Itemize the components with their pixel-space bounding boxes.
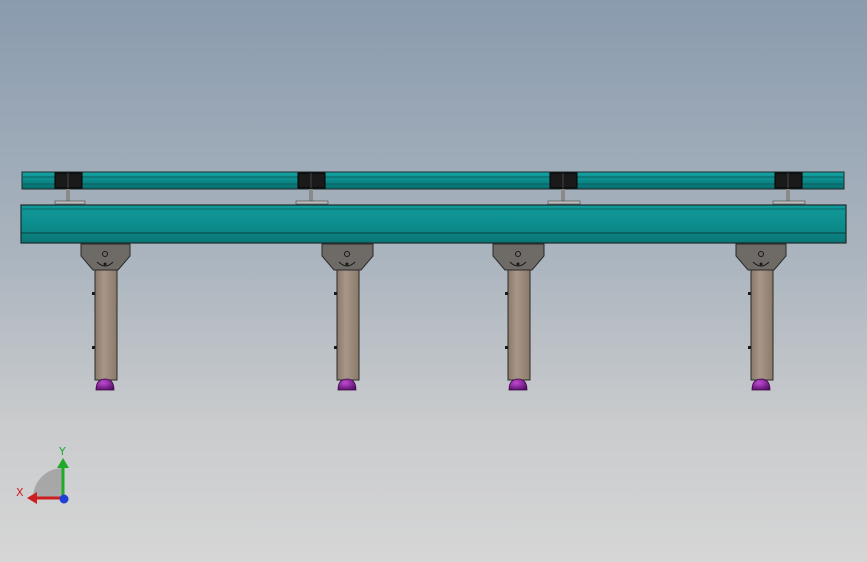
support-leg[interactable] <box>80 243 131 391</box>
support-leg[interactable] <box>492 243 545 391</box>
triad-plane <box>33 468 63 498</box>
support-leg[interactable] <box>321 243 374 391</box>
cad-viewport[interactable]: Y X <box>0 0 867 562</box>
orientation-triad[interactable]: Y X <box>16 445 69 504</box>
x-axis-label: X <box>16 486 24 499</box>
slider-block[interactable] <box>54 172 86 205</box>
upper-rail[interactable] <box>21 171 845 190</box>
slider-block[interactable] <box>772 172 806 205</box>
x-axis-arrowhead <box>27 492 37 504</box>
y-axis-label: Y <box>58 445 66 458</box>
slider-block[interactable] <box>295 172 329 205</box>
z-axis-dot <box>59 494 69 504</box>
y-axis-arrowhead <box>57 458 69 468</box>
support-leg[interactable] <box>735 243 787 391</box>
main-beam[interactable] <box>20 204 847 244</box>
slider-block[interactable] <box>547 172 581 205</box>
